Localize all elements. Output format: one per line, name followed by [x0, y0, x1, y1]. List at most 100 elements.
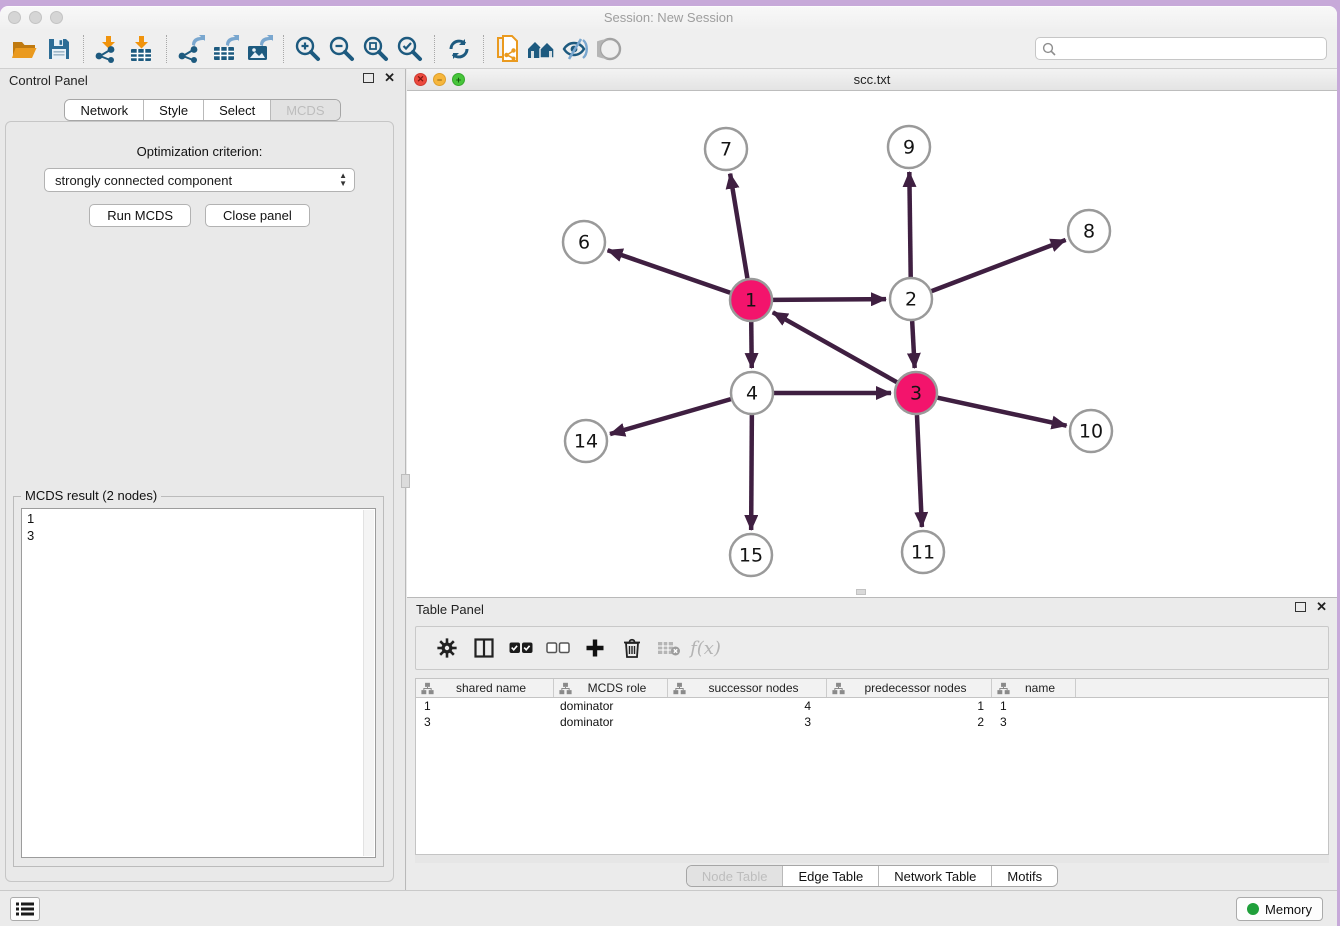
- zoom-selected-button[interactable]: [393, 33, 427, 65]
- open-session-button[interactable]: [8, 33, 42, 65]
- canvas-resize-handle[interactable]: [856, 589, 866, 595]
- graph-node-1[interactable]: 1: [730, 279, 772, 321]
- tab-network-table[interactable]: Network Table: [878, 866, 991, 886]
- graph-node-10[interactable]: 10: [1070, 410, 1112, 452]
- tab-select[interactable]: Select: [203, 100, 270, 120]
- graph-node-6[interactable]: 6: [563, 221, 605, 263]
- graph-edge-3-10[interactable]: [937, 398, 1066, 426]
- clone-network-button[interactable]: [491, 33, 525, 65]
- tab-motifs[interactable]: Motifs: [991, 866, 1057, 886]
- first-neighbors-button[interactable]: [525, 33, 559, 65]
- select-all-button[interactable]: [502, 633, 539, 663]
- column-header-shared-name[interactable]: shared name: [416, 679, 554, 697]
- graph-node-11[interactable]: 11: [902, 531, 944, 573]
- table-cell[interactable]: 4: [668, 699, 827, 713]
- run-mcds-button[interactable]: Run MCDS: [89, 204, 191, 227]
- delete-row-button[interactable]: [613, 633, 650, 663]
- graph-edge-1-7[interactable]: [730, 174, 747, 279]
- table-tabs: Node TableEdge TableNetwork TableMotifs: [686, 865, 1058, 887]
- network-canvas[interactable]: 7 9 6 8 1 2 4 3 14 10 15 11: [407, 91, 1337, 597]
- result-scrollbar[interactable]: [363, 510, 374, 856]
- close-panel-button[interactable]: Close panel: [205, 204, 310, 227]
- graph-edge-2-3[interactable]: [912, 321, 915, 368]
- graph-edge-3-11[interactable]: [917, 415, 922, 527]
- graph-node-15[interactable]: 15: [730, 534, 772, 576]
- graph-edge-1-2[interactable]: [773, 299, 886, 300]
- graph-node-3[interactable]: 3: [895, 372, 937, 414]
- graph-node-label: 1: [745, 290, 757, 312]
- search-field[interactable]: [1035, 37, 1327, 60]
- tab-edge-table[interactable]: Edge Table: [782, 866, 878, 886]
- graph-node-14[interactable]: 14: [565, 420, 607, 462]
- control-panel-tabs: NetworkStyleSelectMCDS: [64, 99, 340, 121]
- graph-edge-2-9[interactable]: [909, 172, 910, 277]
- zoom-in-icon: [294, 35, 322, 63]
- table-cell[interactable]: 3: [668, 715, 827, 729]
- add-row-button[interactable]: [576, 633, 613, 663]
- save-session-button[interactable]: [42, 33, 76, 65]
- float-table-panel-icon[interactable]: [1295, 602, 1306, 612]
- mcds-result-group: MCDS result (2 nodes) 1 3: [13, 496, 384, 867]
- graph-node-2[interactable]: 2: [890, 278, 932, 320]
- control-panel: Control Panel ✕ NetworkStyleSelectMCDS O…: [0, 69, 406, 890]
- graph-edge-2-8[interactable]: [932, 240, 1066, 291]
- graph-node-label: 4: [746, 383, 758, 405]
- zoom-in-button[interactable]: [291, 33, 325, 65]
- toggle-graphics-button[interactable]: [593, 33, 627, 65]
- toolbar-separator: [434, 35, 435, 63]
- function-builder-button[interactable]: f(x): [687, 633, 724, 663]
- deselect-all-button[interactable]: [539, 633, 576, 663]
- graph-edge-4-14[interactable]: [610, 399, 731, 434]
- graph-edge-1-6[interactable]: [608, 250, 731, 293]
- graph-node-4[interactable]: 4: [731, 372, 773, 414]
- tab-network[interactable]: Network: [65, 100, 143, 120]
- table-cell[interactable]: dominator: [554, 715, 668, 729]
- export-image-button[interactable]: [242, 33, 276, 65]
- table-cell[interactable]: 1: [992, 699, 1076, 713]
- column-header-name[interactable]: name: [992, 679, 1076, 697]
- hide-graphics-details-button[interactable]: [559, 33, 593, 65]
- zoom-out-icon: [328, 35, 356, 63]
- column-header-MCDS-role[interactable]: MCDS role: [554, 679, 668, 697]
- tab-style[interactable]: Style: [143, 100, 203, 120]
- refresh-view-button[interactable]: [442, 33, 476, 65]
- table-settings-button[interactable]: [428, 633, 465, 663]
- column-header-successor-nodes[interactable]: successor nodes: [668, 679, 827, 697]
- splitter-handle[interactable]: [401, 474, 410, 488]
- zoom-fit-button[interactable]: [359, 33, 393, 65]
- show-column-panel-button[interactable]: [465, 633, 502, 663]
- tab-mcds[interactable]: MCDS: [270, 100, 339, 120]
- mcds-result-area[interactable]: 1 3: [21, 508, 376, 858]
- import-table-button[interactable]: [125, 33, 159, 65]
- table-cell[interactable]: 3: [416, 715, 554, 729]
- graph-node-8[interactable]: 8: [1068, 210, 1110, 252]
- delete-table-button[interactable]: [650, 633, 687, 663]
- export-network-button[interactable]: [174, 33, 208, 65]
- search-input[interactable]: [1060, 42, 1320, 56]
- memory-button[interactable]: Memory: [1236, 897, 1323, 921]
- task-history-button[interactable]: [10, 897, 40, 921]
- graph-edge-4-15[interactable]: [751, 415, 752, 530]
- zoom-out-button[interactable]: [325, 33, 359, 65]
- export-table-button[interactable]: [208, 33, 242, 65]
- table-cell[interactable]: 2: [827, 715, 992, 729]
- table-row[interactable]: 1dominator411: [416, 698, 1328, 714]
- graph-node-label: 10: [1079, 421, 1103, 443]
- table-row[interactable]: 3dominator323: [416, 714, 1328, 730]
- column-header-predecessor-nodes[interactable]: predecessor nodes: [827, 679, 992, 697]
- save-floppy-icon: [47, 37, 71, 61]
- criterion-select[interactable]: strongly connected component ▲▼: [44, 168, 355, 192]
- table-cell[interactable]: 3: [992, 715, 1076, 729]
- graph-node-7[interactable]: 7: [705, 128, 747, 170]
- import-network-button[interactable]: [91, 33, 125, 65]
- tab-node-table[interactable]: Node Table: [687, 866, 783, 886]
- close-table-panel-icon[interactable]: ✕: [1316, 602, 1327, 612]
- graph-edge-3-1[interactable]: [773, 312, 897, 382]
- graph-node-9[interactable]: 9: [888, 126, 930, 168]
- table-toolbar: f(x): [415, 626, 1329, 670]
- table-cell[interactable]: 1: [827, 699, 992, 713]
- float-panel-icon[interactable]: [363, 73, 374, 83]
- close-panel-icon[interactable]: ✕: [384, 73, 395, 83]
- table-cell[interactable]: 1: [416, 699, 554, 713]
- table-cell[interactable]: dominator: [554, 699, 668, 713]
